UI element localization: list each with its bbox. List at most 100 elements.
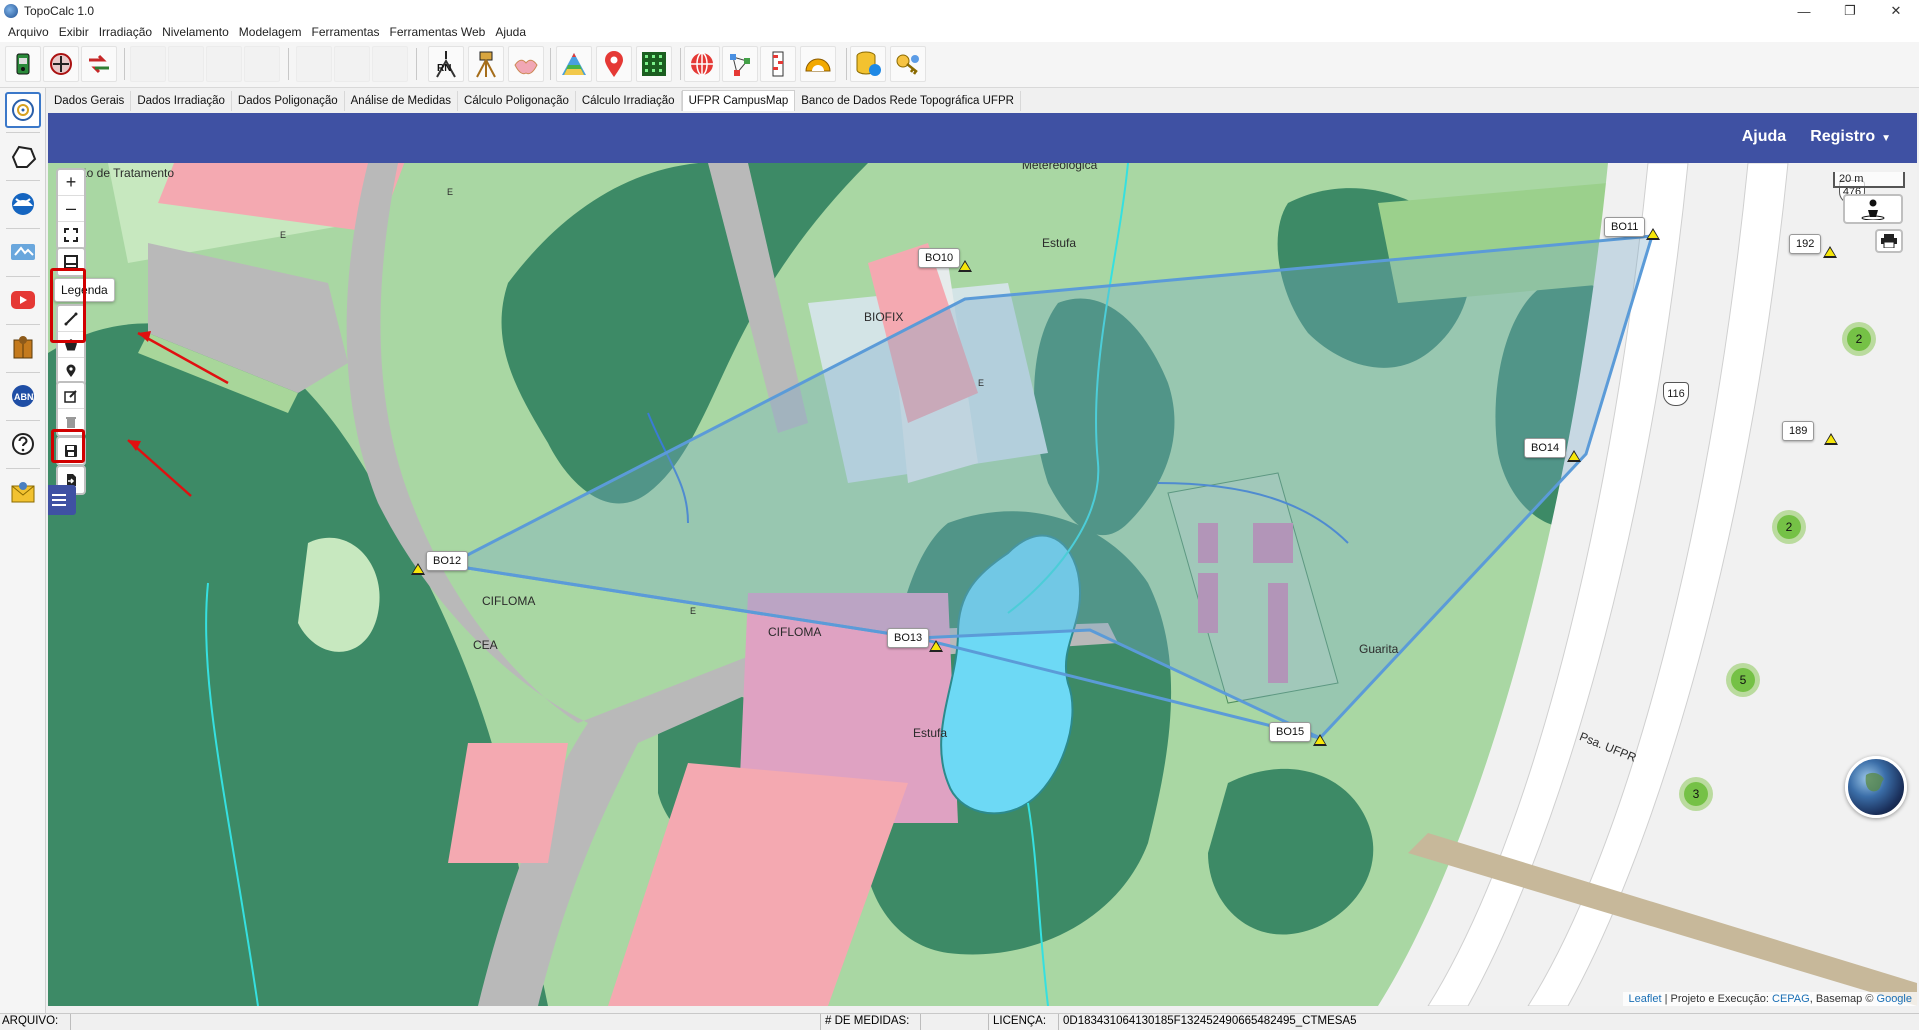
menu-exibir[interactable]: Exibir: [54, 25, 94, 39]
print-control[interactable]: [1875, 229, 1903, 253]
toolbar-empty-1[interactable]: [130, 46, 166, 82]
marker-cluster[interactable]: 2: [1772, 510, 1806, 544]
status-arquivo-label: ARQUIVO:: [2, 1015, 59, 1027]
map-label-cifloma-1: CIFLOMA: [482, 594, 536, 608]
caret-down-icon: ▼: [1881, 133, 1891, 144]
cepag-link[interactable]: CEPAG: [1772, 993, 1810, 1005]
sidebar-help-button[interactable]: [5, 426, 41, 462]
station-triangle-icon: [411, 563, 425, 575]
terrain-model-icon[interactable]: [556, 46, 592, 82]
toolbar-empty-3[interactable]: [206, 46, 242, 82]
point-label: 189: [1782, 421, 1815, 441]
key-icon[interactable]: [890, 46, 926, 82]
target-icon[interactable]: [43, 46, 79, 82]
zoom-out-button[interactable]: –: [58, 196, 84, 222]
menu-arquivo[interactable]: Arquivo: [3, 25, 54, 39]
marker-cluster[interactable]: 2: [1842, 322, 1876, 356]
title-bar: TopoCalc 1.0 — ❐ ✕: [0, 0, 1919, 22]
map-attribution: Leaflet | Projeto e Execução: CEPAG, Bas…: [1623, 992, 1917, 1006]
sidebar-target-button[interactable]: [5, 92, 41, 128]
instrument-icon[interactable]: [5, 46, 41, 82]
menu-toggle-button[interactable]: [48, 485, 76, 515]
network-icon[interactable]: [722, 46, 758, 82]
campus-map[interactable]: ção de Tratamento Viveiro/Estação Metere…: [48, 163, 1917, 1006]
menu-irradiacao[interactable]: Irradiação: [94, 25, 157, 39]
station-label: BO13: [887, 628, 930, 648]
total-station-icon[interactable]: [468, 46, 504, 82]
map-pin-icon[interactable]: [596, 46, 632, 82]
sidebar-polygon-button[interactable]: [5, 138, 41, 174]
zoom-in-button[interactable]: +: [58, 170, 84, 196]
globe-icon: [1865, 772, 1884, 792]
menu-modelagem[interactable]: Modelagem: [234, 25, 307, 39]
status-licenca-value: 0D183431064130185F132452490665482495_CTM…: [1063, 1015, 1357, 1027]
tab-banco-dados[interactable]: Banco de Dados Rede Topográfica UFPR: [795, 91, 1021, 111]
edit-layers-button[interactable]: [58, 383, 84, 409]
leaflet-link[interactable]: Leaflet: [1628, 993, 1661, 1005]
tab-analise-medidas[interactable]: Análise de Medidas: [344, 91, 459, 111]
toolbar-empty-4[interactable]: [244, 46, 280, 82]
cluster-count: 3: [1684, 782, 1708, 806]
globe-basemap-toggle[interactable]: [1845, 756, 1907, 818]
map-label-cea: CEA: [473, 638, 498, 652]
abnt-icon: ABNT: [12, 385, 36, 407]
map-label-cifloma-2: CIFLOMA: [768, 625, 822, 639]
toolbar-empty-7[interactable]: [372, 46, 408, 82]
hands-icon[interactable]: [508, 46, 544, 82]
database-icon[interactable]: [850, 46, 886, 82]
youtube-icon: [11, 291, 35, 309]
sidebar-abnt-button[interactable]: ABNT: [5, 378, 41, 414]
station-label: BO15: [1269, 722, 1312, 742]
tab-dados-irradiacao[interactable]: Dados Irradiação: [131, 91, 232, 111]
marker-cluster[interactable]: 3: [1679, 777, 1713, 811]
point-label: 192: [1789, 234, 1822, 254]
book-icon: [13, 336, 33, 359]
tab-calculo-poligonacao[interactable]: Cálculo Poligonação: [458, 91, 576, 111]
register-dropdown[interactable]: Registro ▼: [1810, 128, 1891, 146]
toolbar-empty-2[interactable]: [168, 46, 204, 82]
tab-dados-gerais[interactable]: Dados Gerais: [48, 91, 132, 111]
station-triangle-icon: [1313, 734, 1327, 746]
trash-icon: [66, 417, 76, 428]
map-label-e-2: E: [447, 187, 454, 197]
swap-arrows-icon[interactable]: [81, 46, 117, 82]
point-triangle-icon: [1824, 433, 1838, 445]
menu-nivelamento[interactable]: Nivelamento: [157, 25, 234, 39]
tab-ufpr-campusmap[interactable]: UFPR CampusMap: [681, 90, 796, 111]
protractor-icon[interactable]: [800, 46, 836, 82]
close-icon[interactable]: ✕: [1873, 0, 1919, 22]
web-header: Ajuda Registro ▼: [48, 113, 1917, 163]
sphere-icon[interactable]: [684, 46, 720, 82]
station-label: BO14: [1524, 438, 1567, 458]
tab-dados-poligonacao[interactable]: Dados Poligonação: [231, 91, 345, 111]
google-link[interactable]: Google: [1877, 993, 1912, 1005]
draw-tools-highlight: [50, 268, 86, 343]
sidebar-book-button[interactable]: [5, 330, 41, 366]
menu-ferramentas[interactable]: Ferramentas: [306, 25, 384, 39]
minimize-icon[interactable]: —: [1781, 0, 1827, 22]
noaa-icon: [12, 193, 34, 215]
menu-ajuda[interactable]: Ajuda: [490, 25, 531, 39]
sidebar-noaa-button[interactable]: [5, 186, 41, 222]
maximize-icon[interactable]: ❐: [1827, 0, 1873, 22]
sidebar-youtube-button[interactable]: [5, 282, 41, 318]
station-label: BO10: [918, 248, 961, 268]
marker-cluster[interactable]: 5: [1726, 663, 1760, 697]
fullscreen-button[interactable]: [58, 222, 84, 248]
sidebar-mail-button[interactable]: [5, 474, 41, 510]
locate-control[interactable]: [1843, 194, 1903, 224]
tab-bar: Dados Gerais Dados Irradiação Dados Poli…: [48, 90, 1919, 111]
toolbar-empty-5[interactable]: [296, 46, 332, 82]
profile-icon[interactable]: [760, 46, 796, 82]
help-icon: [12, 433, 34, 455]
map-label-nursery: Viveiro/Estação Metereológica: [1021, 163, 1098, 172]
map-basemap: [48, 163, 1917, 1006]
tab-calculo-irradiacao[interactable]: Cálculo Irradiação: [575, 91, 682, 111]
rn-icon[interactable]: RN: [428, 46, 464, 82]
toolbar-empty-6[interactable]: [334, 46, 370, 82]
menu-ferramentas-web[interactable]: Ferramentas Web: [385, 25, 491, 39]
grid-icon[interactable]: [636, 46, 672, 82]
help-link[interactable]: Ajuda: [1742, 128, 1786, 146]
sidebar-satellite-button[interactable]: [5, 234, 41, 270]
fullscreen-icon: [64, 228, 78, 242]
